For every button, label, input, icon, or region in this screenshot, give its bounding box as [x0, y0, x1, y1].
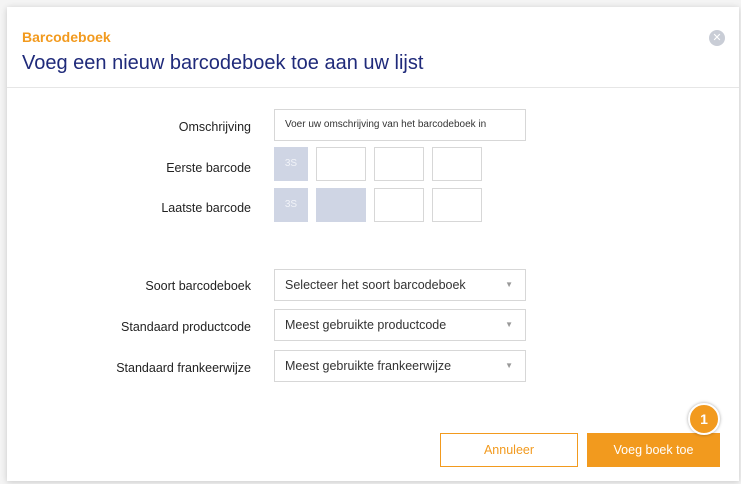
chevron-down-icon: ▼	[505, 361, 513, 370]
standaard-productcode-value: Meest gebruikte productcode	[285, 318, 447, 332]
eerste-barcode-segment-3[interactable]	[432, 147, 482, 181]
standaard-productcode-select[interactable]: Meest gebruikte productcode ▼	[274, 309, 526, 341]
laatste-barcode-segment-1	[316, 188, 366, 222]
close-icon[interactable]: ✕	[709, 30, 725, 46]
eerste-barcode-segment-1[interactable]	[316, 147, 366, 181]
cancel-button[interactable]: Annuleer	[440, 433, 578, 467]
dialog-kicker: Barcodeboek	[22, 29, 111, 45]
laatste-barcode-prefix: 3S	[274, 188, 308, 222]
standaard-productcode-label: Standaard productcode	[121, 320, 251, 334]
soort-barcodeboek-select[interactable]: Selecteer het soort barcodeboek ▼	[274, 269, 526, 301]
add-book-button[interactable]: Voeg boek toe	[587, 433, 720, 467]
soort-barcodeboek-value: Selecteer het soort barcodeboek	[285, 278, 466, 292]
standaard-frankeerwijze-select[interactable]: Meest gebruikte frankeerwijze ▼	[274, 350, 526, 382]
laatste-barcode-segment-3[interactable]	[432, 188, 482, 222]
laatste-barcode-segment-2[interactable]	[374, 188, 424, 222]
standaard-frankeerwijze-label: Standaard frankeerwijze	[116, 361, 251, 375]
standaard-frankeerwijze-value: Meest gebruikte frankeerwijze	[285, 359, 452, 373]
dialog-title: Voeg een nieuw barcodeboek toe aan uw li…	[22, 52, 424, 74]
eerste-barcode-label: Eerste barcode	[166, 161, 251, 175]
dialog-header: Barcodeboek Voeg een nieuw barcodeboek t…	[7, 7, 739, 88]
laatste-barcode-label: Laatste barcode	[161, 201, 251, 215]
add-barcodebook-dialog: Barcodeboek Voeg een nieuw barcodeboek t…	[7, 7, 739, 481]
chevron-down-icon: ▼	[505, 320, 513, 329]
eerste-barcode-prefix: 3S	[274, 147, 308, 181]
omschrijving-input[interactable]: Voer uw omschrijving van het barcodeboek…	[274, 109, 526, 141]
step-badge: 1	[688, 403, 720, 435]
chevron-down-icon: ▼	[505, 280, 513, 289]
eerste-barcode-segment-2[interactable]	[374, 147, 424, 181]
omschrijving-label: Omschrijving	[178, 120, 251, 134]
soort-barcodeboek-label: Soort barcodeboek	[145, 279, 251, 293]
